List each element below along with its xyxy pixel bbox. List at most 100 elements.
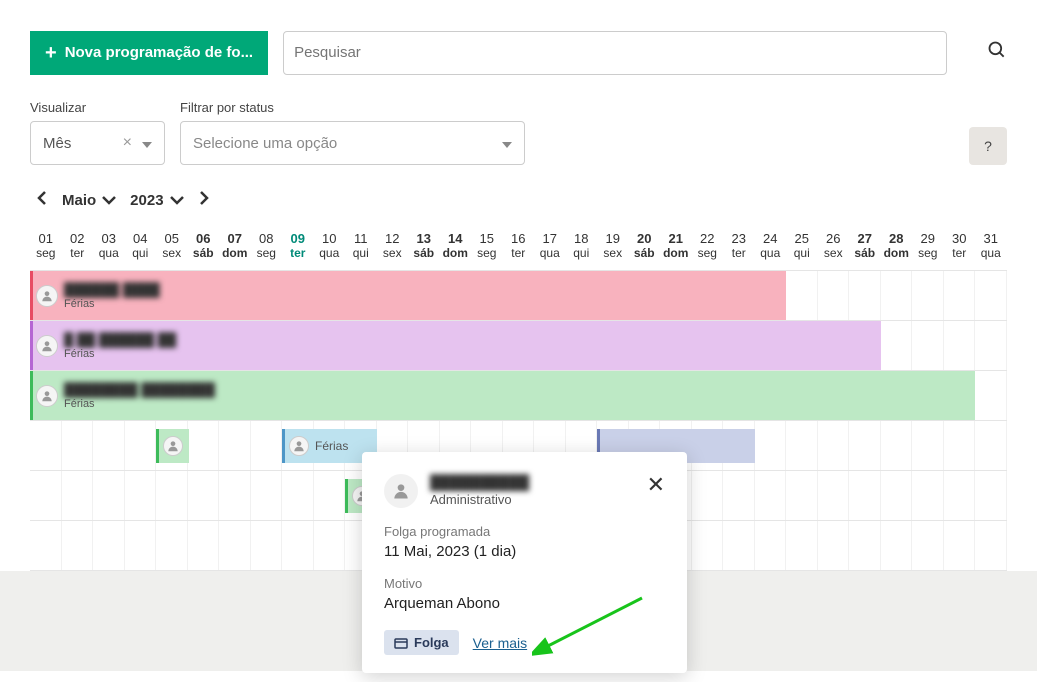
calendar-day-col: 12sex [377,231,409,260]
bar-name: ██████ ████ [64,282,160,297]
chevron-down-icon [502,135,512,152]
calendar-day-col: 05sex [156,231,188,260]
day-number: 18 [566,231,598,246]
next-month-button[interactable] [198,190,210,211]
chevron-down-icon [102,196,116,205]
avatar [36,285,58,307]
day-of-week: seg [471,246,503,260]
prev-month-button[interactable] [36,190,48,211]
avatar [36,385,58,407]
calendar-day-col: 19sex [597,231,629,260]
day-of-week: qui [125,246,157,260]
gantt-block[interactable] [156,429,189,463]
day-of-week: qui [345,246,377,260]
gantt-bar[interactable]: █ ██ ██████ ██Férias [30,321,881,370]
day-of-week: ter [944,246,976,260]
day-of-week: seg [251,246,283,260]
calendar-day-col: 07dom [219,231,251,260]
day-number: 04 [125,231,157,246]
day-of-week: ter [282,246,314,260]
folga-badge: Folga [384,630,459,655]
day-number: 21 [660,231,692,246]
status-placeholder: Selecione uma opção [193,135,337,152]
day-number: 10 [314,231,346,246]
calendar-day-col: 29seg [912,231,944,260]
gantt-row: ██████ ████Férias [30,271,1007,321]
day-number: 06 [188,231,220,246]
calendar-day-col: 26sex [818,231,850,260]
day-number: 25 [786,231,818,246]
day-number: 11 [345,231,377,246]
day-of-week: qua [755,246,787,260]
clear-icon[interactable]: × [123,134,132,152]
calendar-day-col: 28dom [881,231,913,260]
bar-sub: Férias [64,348,176,360]
bar-sub: Férias [64,398,215,410]
chevron-down-icon [142,135,152,152]
gantt-row: ████████ ████████Férias [30,371,1007,421]
status-select[interactable]: Selecione uma opção [180,121,525,165]
new-button-label: Nova programação de fo... [65,44,253,61]
help-button[interactable]: ? [969,127,1007,165]
day-number: 17 [534,231,566,246]
calendar-day-col: 25qui [786,231,818,260]
status-label: Filtrar por status [180,100,525,115]
calendar-day-col: 10qua [314,231,346,260]
gantt-bar[interactable]: ████████ ████████Férias [30,371,975,420]
day-of-week: qua [534,246,566,260]
calendar-day-col: 17qua [534,231,566,260]
search-input[interactable] [294,44,936,61]
bar-sub: Férias [64,298,160,310]
day-of-week: seg [692,246,724,260]
day-of-week: sáb [849,246,881,260]
year-label: 2023 [130,192,163,209]
day-of-week: sex [597,246,629,260]
ver-mais-link[interactable]: Ver mais [473,635,527,651]
day-number: 09 [282,231,314,246]
search-wrapper [283,31,947,75]
day-of-week: qui [786,246,818,260]
day-number: 31 [975,231,1007,246]
visualizar-select[interactable]: Mês × [30,121,165,165]
calendar-day-col: 31qua [975,231,1007,260]
calendar-day-col: 09ter [282,231,314,260]
day-number: 05 [156,231,188,246]
day-of-week: sex [377,246,409,260]
day-number: 27 [849,231,881,246]
calendar-day-col: 01seg [30,231,62,260]
day-of-week: sex [156,246,188,260]
day-of-week: sex [818,246,850,260]
day-number: 07 [219,231,251,246]
day-number: 13 [408,231,440,246]
day-number: 23 [723,231,755,246]
calendar-day-col: 27sáb [849,231,881,260]
calendar-day-col: 22seg [692,231,724,260]
new-schedule-button[interactable]: + Nova programação de fo... [30,31,268,75]
avatar [36,335,58,357]
bar-name: ████████ ████████ [64,382,215,397]
day-number: 30 [944,231,976,246]
day-number: 24 [755,231,787,246]
year-picker[interactable]: 2023 [130,192,183,209]
calendar-day-col: 24qua [755,231,787,260]
gantt-row: █ ██ ██████ ██Férias [30,321,1007,371]
month-picker[interactable]: Maio [62,192,116,209]
popover-name: ██████████ [430,474,529,490]
day-number: 16 [503,231,535,246]
block-label: Férias [315,439,348,453]
calendar-day-col: 16ter [503,231,535,260]
popover-section2-label: Motivo [384,576,665,591]
search-icon[interactable] [977,30,1017,75]
gantt-bar[interactable]: ██████ ████Férias [30,271,786,320]
bar-name: █ ██ ██████ ██ [64,332,176,347]
popover-section1-value: 11 Mai, 2023 (1 dia) [384,543,665,560]
day-number: 01 [30,231,62,246]
calendar-day-col: 14dom [440,231,472,260]
day-number: 12 [377,231,409,246]
calendar-header: 01seg02ter03qua04qui05sex06sáb07dom08seg… [30,231,1007,260]
day-of-week: ter [62,246,94,260]
day-number: 14 [440,231,472,246]
day-of-week: seg [912,246,944,260]
day-number: 20 [629,231,661,246]
close-button[interactable]: ✕ [647,474,665,496]
